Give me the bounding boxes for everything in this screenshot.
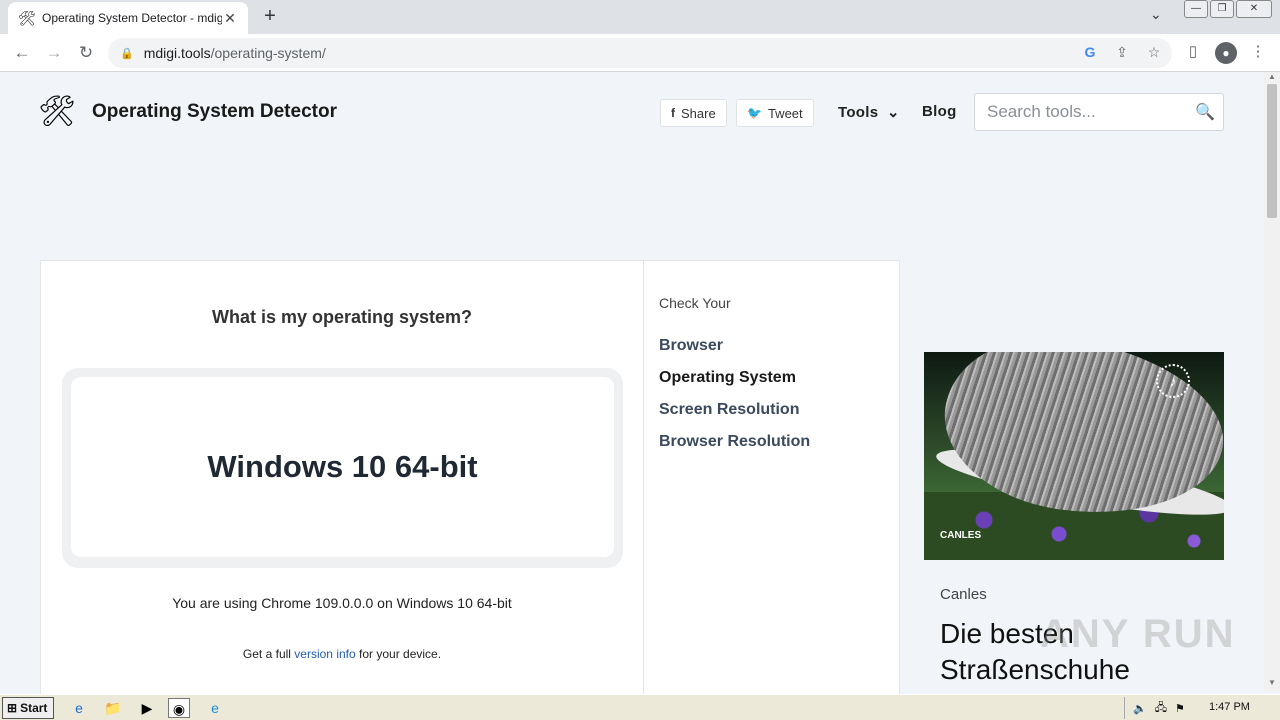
volume-icon[interactable]: 🔈 (1133, 702, 1147, 715)
watermark: ANY RUN (1040, 612, 1236, 656)
version-info-link[interactable]: version info (294, 647, 355, 661)
new-tab-button[interactable]: + (258, 6, 282, 28)
sidebar-item-screen-resolution[interactable]: Screen Resolution (659, 401, 799, 419)
url-path: /operating-system/ (210, 45, 326, 61)
scroll-thumb[interactable] (1267, 84, 1277, 218)
menu-kebab-icon[interactable]: ⋮ (1247, 42, 1269, 64)
tweet-label: Tweet (767, 105, 803, 121)
clock[interactable]: 1:47 PM (1209, 701, 1250, 713)
scroll-up-icon[interactable]: ▲ (1264, 72, 1280, 84)
nav-tools-label: Tools (838, 104, 879, 121)
network-icon[interactable]: 🖧 (1155, 699, 1167, 718)
chrome-icon[interactable]: ◉ (168, 698, 190, 718)
browser-toolbar: ← → ↻ 🔒 mdigi.tools/operating-system/ G … (0, 34, 1280, 72)
action-center-flag-icon[interactable]: ⚑ (1175, 702, 1185, 715)
sidebar-item-operating-system[interactable]: Operating System (659, 369, 796, 387)
chevron-down-icon: ⌄ (886, 104, 900, 121)
search-icon[interactable]: 🔍 (1195, 102, 1215, 122)
ie-icon[interactable]: e (68, 698, 90, 718)
media-player-icon[interactable]: ▶ (136, 698, 158, 718)
sidebar-heading: Check Your (659, 295, 731, 311)
star-icon[interactable]: ☆ (1144, 44, 1164, 62)
ad-brand-mark: CANLES (940, 530, 982, 541)
edge-icon[interactable]: e (204, 698, 226, 718)
site-title[interactable]: Operating System Detector (92, 101, 337, 123)
lock-icon: 🔒 (120, 47, 134, 60)
side-panel-icon[interactable]: ▯ (1182, 42, 1204, 64)
url-host: mdigi.tools (143, 45, 211, 61)
start-label: Start (20, 701, 48, 715)
close-icon[interactable]: ✕ (222, 10, 238, 27)
scroll-down-icon[interactable]: ▼ (1264, 678, 1280, 690)
profile-avatar-icon[interactable]: ● (1215, 42, 1237, 64)
reload-icon[interactable]: ↻ (74, 42, 98, 64)
question-heading: What is my operating system? (211, 307, 473, 327)
full-info-line: Get a full version info for your device. (41, 647, 643, 661)
share-page-icon[interactable]: ⇪ (1112, 44, 1132, 62)
facebook-icon: f (671, 106, 675, 120)
forward-icon[interactable]: → (42, 42, 66, 64)
back-icon[interactable]: ← (10, 42, 34, 64)
system-tray: 🔈 🖧 ⚑ (1124, 697, 1280, 719)
full-info-prefix: Get a full (242, 647, 291, 661)
minimize-button[interactable]: — (1184, 0, 1208, 18)
tools-logo-icon[interactable]: 🛠 (38, 94, 76, 130)
main-card: What is my operating system? Windows 10 … (40, 260, 900, 701)
browser-tab[interactable]: 🛠 Operating System Detector - mdigi.t ✕ (8, 2, 248, 34)
ad-badge-icon: ♪ (1156, 364, 1190, 398)
close-window-button[interactable]: ✕ (1236, 0, 1272, 18)
google-icon[interactable]: G (1080, 44, 1100, 62)
tweet-button[interactable]: 🐦 Tweet (736, 99, 814, 127)
tab-title: Operating System Detector - mdigi.t (42, 11, 222, 25)
os-result: Windows 10 64-bit (71, 377, 614, 557)
sidebar-item-browser[interactable]: Browser (659, 337, 723, 355)
windows-flag-icon: ⊞ (7, 701, 18, 715)
search-box[interactable]: 🔍 (974, 93, 1224, 131)
using-line: You are using Chrome 109.0.0.0 on Window… (172, 595, 512, 611)
folder-icon[interactable]: 📁 (102, 698, 124, 718)
nav-blog[interactable]: Blog (922, 103, 957, 120)
taskbar: ⊞ Start e 📁 ▶ ◉ e 🔈 🖧 ⚑ 1:47 PM (0, 694, 1280, 720)
share-label: Share (681, 105, 716, 121)
search-input[interactable] (975, 94, 1175, 130)
page-scrollbar[interactable]: ▲ ▼ (1264, 72, 1280, 692)
result-box: Windows 10 64-bit (62, 368, 623, 568)
ad-image[interactable]: ♪ CANLES (924, 352, 1224, 560)
chevron-down-icon[interactable]: ⌄ (1150, 6, 1162, 23)
nav-tools[interactable]: Tools ⌄ (838, 103, 900, 121)
tools-icon: 🛠 (18, 9, 36, 26)
twitter-icon: 🐦 (747, 106, 762, 120)
full-info-suffix: for your device. (359, 647, 442, 661)
share-button[interactable]: f Share (660, 99, 727, 127)
start-button[interactable]: ⊞ Start (2, 697, 54, 719)
restore-button[interactable]: ❐ (1210, 0, 1234, 18)
ad-advertiser[interactable]: Canles (940, 586, 987, 603)
card-divider (643, 261, 644, 701)
address-bar[interactable]: 🔒 mdigi.tools/operating-system/ G ⇪ ☆ (108, 38, 1172, 68)
sidebar-item-browser-resolution[interactable]: Browser Resolution (659, 433, 810, 451)
browser-tabbar: 🛠 Operating System Detector - mdigi.t ✕ … (0, 0, 1280, 34)
